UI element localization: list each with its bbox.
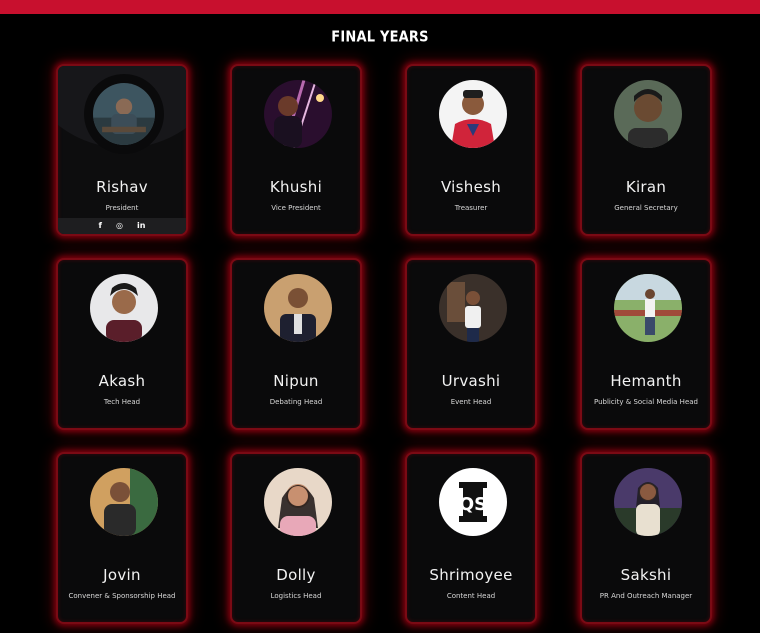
member-role: Treasurer <box>454 204 488 212</box>
member-avatar <box>614 80 682 148</box>
member-avatar <box>90 468 158 536</box>
section-title: FINAL YEARS <box>331 28 429 47</box>
member-avatar <box>264 80 332 148</box>
member-role: Tech Head <box>103 398 141 406</box>
member-role: Content Head <box>446 592 496 600</box>
member-name: Nipun <box>273 372 319 390</box>
top-accent-bar <box>0 0 760 14</box>
member-role: Publicity & Social Media Head <box>594 398 698 406</box>
member-role: Debating Head <box>269 398 323 406</box>
member-name: Dolly <box>276 566 316 584</box>
member-role: President <box>105 204 139 212</box>
member-role: Event Head <box>450 398 492 406</box>
member-card-nipun[interactable]: Nipun Debating Head <box>230 258 362 430</box>
member-avatar <box>614 468 682 536</box>
facebook-icon[interactable]: f <box>99 222 102 230</box>
member-role: General Secretary <box>614 204 678 212</box>
instagram-icon[interactable]: ◎ <box>116 222 123 230</box>
svg-text:QS: QS <box>459 494 487 515</box>
member-card-rishav[interactable]: Rishav President f ◎ in <box>56 64 188 236</box>
member-avatar <box>439 80 507 148</box>
club-logo-icon: QS <box>439 468 507 536</box>
member-avatar <box>90 80 158 148</box>
social-links: f ◎ in <box>58 218 186 234</box>
member-avatar <box>264 274 332 342</box>
member-card-kiran[interactable]: Kiran General Secretary <box>580 64 712 236</box>
member-name: Rishav <box>96 178 148 196</box>
member-name: Vishesh <box>440 178 502 196</box>
member-card-khushi[interactable]: Khushi Vice President <box>230 64 362 236</box>
member-avatar <box>439 274 507 342</box>
member-card-sakshi[interactable]: Sakshi PR And Outreach Manager <box>580 452 712 624</box>
member-name: Urvashi <box>441 372 501 390</box>
member-avatar <box>90 274 158 342</box>
member-role: Vice President <box>271 204 321 212</box>
linkedin-icon[interactable]: in <box>137 222 145 230</box>
member-name: Akash <box>98 372 146 390</box>
member-name: Sakshi <box>620 566 672 584</box>
member-name: Khushi <box>269 178 323 196</box>
member-card-hemanth[interactable]: Hemanth Publicity & Social Media Head <box>580 258 712 430</box>
member-card-shrimoyee[interactable]: QS Shrimoyee Content Head <box>405 452 537 624</box>
member-avatar <box>264 468 332 536</box>
member-card-urvashi[interactable]: Urvashi Event Head <box>405 258 537 430</box>
member-role: PR And Outreach Manager <box>599 592 693 600</box>
member-name: Shrimoyee <box>429 566 513 584</box>
member-name: Kiran <box>625 178 667 196</box>
member-card-akash[interactable]: Akash Tech Head <box>56 258 188 430</box>
member-card-dolly[interactable]: Dolly Logistics Head <box>230 452 362 624</box>
member-name: Hemanth <box>610 372 682 390</box>
member-role: Convener & Sponsorship Head <box>68 592 176 600</box>
member-card-jovin[interactable]: Jovin Convener & Sponsorship Head <box>56 452 188 624</box>
member-avatar <box>614 274 682 342</box>
member-role: Logistics Head <box>270 592 322 600</box>
member-card-vishesh[interactable]: Vishesh Treasurer <box>405 64 537 236</box>
member-name: Jovin <box>103 566 141 584</box>
